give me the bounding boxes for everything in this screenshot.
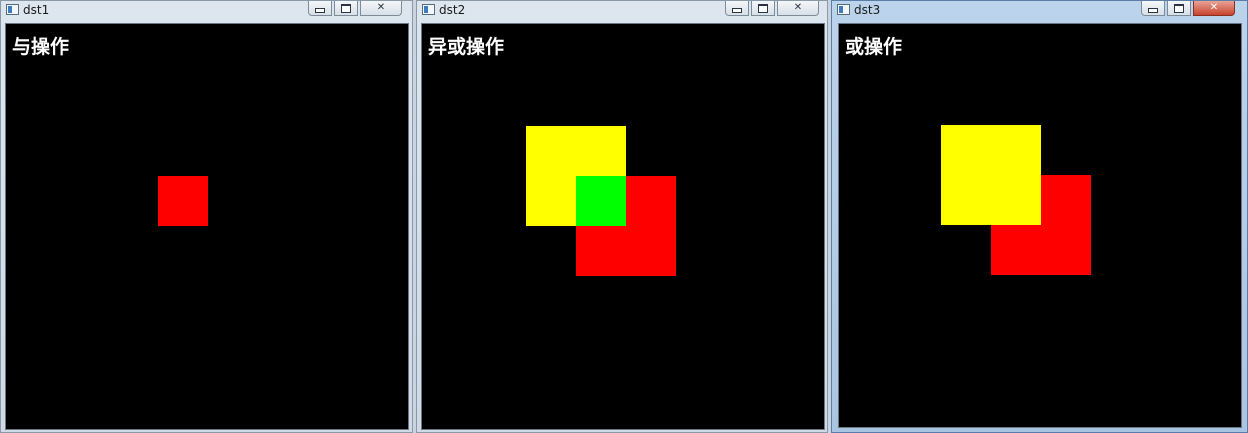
minimize-icon [1148, 7, 1158, 13]
maximize-button[interactable] [334, 1, 358, 16]
operation-label: 异或操作 [428, 36, 505, 58]
window-dst3: dst3 ✕ 或操作 [831, 0, 1248, 433]
app-window-icon [6, 4, 19, 15]
yellow-square [941, 125, 1041, 225]
minimize-icon [732, 7, 742, 13]
close-button[interactable]: ✕ [1193, 1, 1235, 16]
close-icon: ✕ [1209, 2, 1219, 13]
operation-label: 或操作 [845, 36, 903, 58]
title-bar[interactable]: dst1 ✕ [1, 1, 412, 21]
title-bar[interactable]: dst2 ✕ [417, 1, 827, 21]
minimize-button[interactable] [725, 1, 749, 16]
window-dst2: dst2 ✕ 异或操作 [416, 0, 828, 433]
image-canvas: 或操作 [838, 23, 1242, 428]
close-icon: ✕ [793, 2, 803, 13]
close-icon: ✕ [376, 2, 386, 13]
window-dst1: dst1 ✕ 与操作 [0, 0, 413, 433]
image-canvas: 与操作 [5, 23, 409, 430]
operation-label: 与操作 [12, 36, 70, 58]
maximize-button[interactable] [1167, 1, 1191, 16]
minimize-icon [315, 7, 325, 13]
close-button[interactable]: ✕ [777, 1, 819, 16]
maximize-icon [1174, 3, 1184, 13]
maximize-button[interactable] [751, 1, 775, 16]
close-button[interactable]: ✕ [360, 1, 402, 16]
maximize-icon [341, 3, 351, 13]
minimize-button[interactable] [308, 1, 332, 16]
app-window-icon [422, 4, 435, 15]
minimize-button[interactable] [1141, 1, 1165, 16]
window-title: dst2 [439, 3, 466, 17]
xor-overlap-green-square [576, 176, 626, 226]
title-bar[interactable]: dst3 ✕ [832, 1, 1247, 21]
image-canvas: 异或操作 [421, 23, 825, 430]
window-title: dst1 [23, 3, 50, 17]
maximize-icon [758, 3, 768, 13]
window-title: dst3 [854, 3, 881, 17]
app-window-icon [837, 4, 850, 15]
intersection-red-square [158, 176, 208, 226]
